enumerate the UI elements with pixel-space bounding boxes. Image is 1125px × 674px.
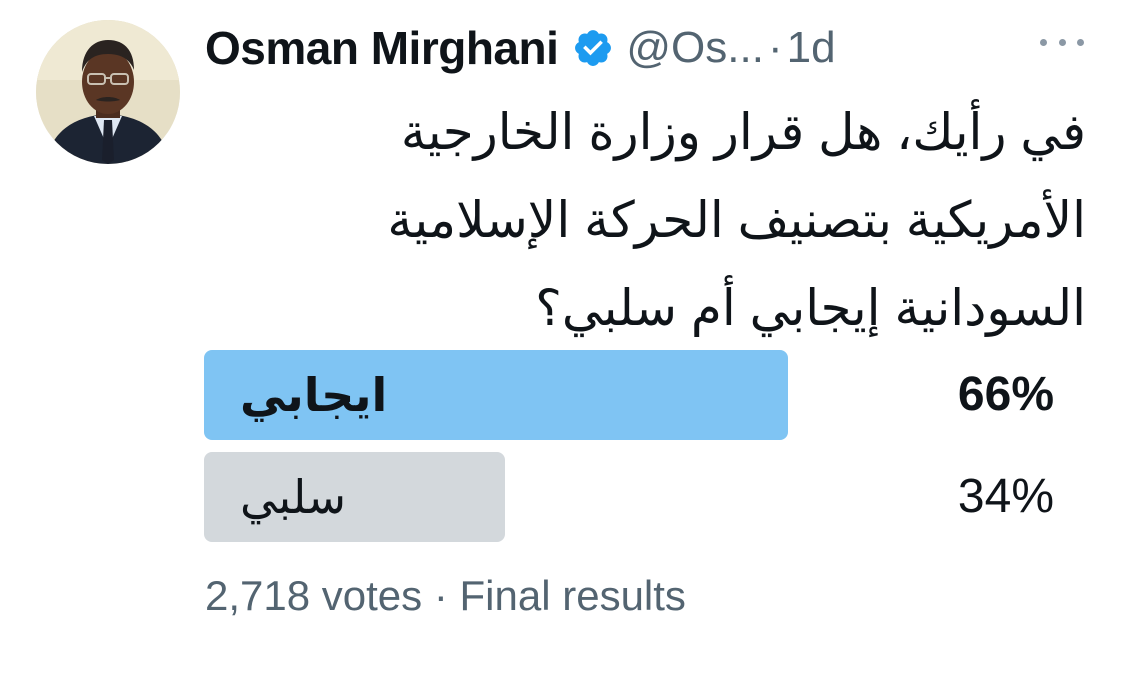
poll-status: Final results bbox=[459, 572, 686, 619]
tweet[interactable]: Osman Mirghani @Os... · 1d في رأيك، هل ق… bbox=[0, 0, 1125, 674]
author-handle[interactable]: @Os... bbox=[626, 23, 764, 73]
poll-option-percent: 34% bbox=[957, 470, 1054, 523]
poll-option-label: سلبي bbox=[240, 471, 346, 523]
author-avatar[interactable] bbox=[36, 20, 180, 164]
tweet-text-line: الأمريكية بتصنيف الحركة الإسلامية bbox=[387, 192, 1086, 248]
poll-option-1[interactable]: ايجابي 66% bbox=[204, 350, 1054, 440]
poll-option-label: ايجابي bbox=[240, 369, 388, 421]
header-separator: · bbox=[767, 23, 783, 72]
profile-photo-icon bbox=[36, 20, 180, 164]
more-horizontal-icon[interactable] bbox=[1040, 32, 1084, 52]
verified-badge-icon bbox=[572, 27, 614, 69]
tweet-header: Osman Mirghani @Os... · 1d bbox=[205, 18, 836, 78]
tweet-timestamp[interactable]: 1d bbox=[787, 23, 836, 73]
poll-footer: 2,718 votes · Final results bbox=[205, 572, 686, 620]
author-display-name[interactable]: Osman Mirghani bbox=[205, 21, 559, 75]
tweet-text-line: السودانية إيجابي أم سلبي؟ bbox=[535, 280, 1086, 336]
tweet-text-line: في رأيك، هل قرار وزارة الخارجية bbox=[400, 104, 1086, 160]
poll-option-2[interactable]: سلبي 34% bbox=[204, 452, 1054, 542]
poll-footer-separator: · bbox=[433, 572, 448, 619]
poll-vote-count: 2,718 votes bbox=[205, 572, 423, 619]
tweet-text: في رأيك، هل قرار وزارة الخارجية الأمريكي… bbox=[200, 88, 1086, 352]
poll-option-percent: 66% bbox=[957, 368, 1054, 421]
